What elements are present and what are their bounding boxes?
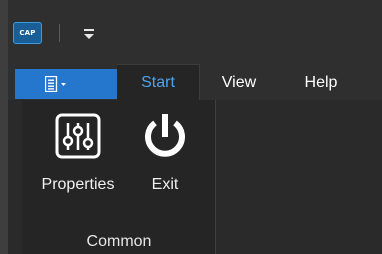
exit-button[interactable]: Exit [136, 108, 194, 203]
application-menu-icon [45, 76, 66, 92]
tab-start-label: Start [141, 74, 175, 91]
window-left-edge [0, 0, 8, 254]
tab-help[interactable]: Help [290, 64, 352, 101]
tab-start[interactable]: Start [117, 64, 200, 101]
app-icon[interactable]: CAP [13, 22, 42, 44]
properties-label: Properties [41, 176, 115, 193]
power-icon [145, 114, 185, 157]
customize-quick-access-button[interactable] [78, 26, 100, 44]
tab-help-label: Help [304, 73, 338, 91]
exit-label: Exit [151, 176, 179, 193]
tab-view[interactable]: View [209, 64, 269, 101]
ribbon-group-label: Common [86, 233, 152, 250]
app-icon-label: CAP [19, 29, 36, 37]
sliders-icon [55, 113, 101, 159]
application-menu-button[interactable] [15, 69, 117, 99]
chevron-down-icon [84, 29, 94, 39]
title-bar [8, 0, 382, 64]
properties-button[interactable]: Properties [32, 108, 124, 203]
quick-access-separator [59, 24, 60, 42]
tab-view-label: View [221, 73, 257, 91]
